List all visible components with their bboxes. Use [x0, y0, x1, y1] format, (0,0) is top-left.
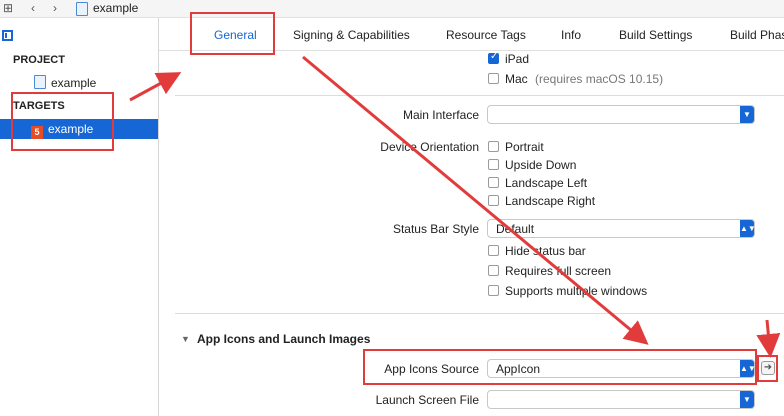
status-bar-style-label: Status Bar Style — [392, 222, 479, 236]
back-chevron-icon[interactable]: ‹ — [31, 1, 35, 15]
main-interface-label: Main Interface — [402, 108, 479, 122]
breadcrumb-label[interactable]: example — [93, 1, 138, 15]
annotation-box-app-icons-source — [363, 349, 757, 385]
sidebar-toggle-icon[interactable] — [2, 30, 13, 41]
top-navigation-bar: ⊞ ‹ › example — [0, 0, 784, 18]
tab-info[interactable]: Info — [561, 28, 581, 42]
status-bar-style-value: Default — [496, 222, 535, 236]
portrait-checkbox[interactable] — [488, 141, 499, 152]
annotation-box-general-tab — [190, 12, 275, 55]
upside-down-checkbox[interactable] — [488, 159, 499, 170]
project-file-icon — [34, 75, 51, 90]
chevron-down-icon: ▼ — [740, 106, 754, 123]
supports-multiple-windows-label: Supports multiple windows — [505, 284, 648, 298]
tab-resource-tags[interactable]: Resource Tags — [446, 28, 526, 42]
landscape-right-label: Landscape Right — [505, 194, 596, 208]
requires-full-screen-label: Requires full screen — [505, 264, 612, 278]
ipad-label: iPad — [505, 52, 530, 66]
tab-signing-capabilities[interactable]: Signing & Capabilities — [293, 28, 410, 42]
annotation-arrow-to-goto — [756, 319, 781, 358]
sidebar-item-label: example — [51, 76, 97, 90]
tab-build-phases[interactable]: Build Phas — [730, 28, 784, 42]
hide-status-bar-checkbox[interactable] — [488, 245, 499, 256]
mac-label: Mac — [505, 72, 528, 86]
portrait-label: Portrait — [505, 140, 544, 154]
grid-icon[interactable]: ⊞ — [3, 1, 13, 15]
divider — [175, 313, 784, 314]
mac-checkbox[interactable] — [488, 73, 499, 84]
tab-build-settings[interactable]: Build Settings — [619, 28, 692, 42]
supports-multiple-windows-checkbox[interactable] — [488, 285, 499, 296]
sidebar-item-project[interactable]: example — [0, 73, 158, 93]
hide-status-bar-label: Hide status bar — [505, 244, 586, 258]
requires-full-screen-checkbox[interactable] — [488, 265, 499, 276]
landscape-left-checkbox[interactable] — [488, 177, 499, 188]
forward-chevron-icon[interactable]: › — [53, 1, 57, 15]
app-icons-section-title[interactable]: App Icons and Launch Images — [197, 332, 370, 346]
launch-screen-file-label: Launch Screen File — [375, 393, 479, 407]
mac-label-group: Mac (requires macOS 10.15) — [505, 72, 663, 86]
file-icon — [76, 2, 93, 17]
annotation-box-goto-arrow — [757, 355, 778, 382]
device-orientation-label: Device Orientation — [380, 140, 479, 154]
annotation-box-targets — [11, 92, 114, 151]
project-section-heading: PROJECT — [13, 54, 65, 66]
mac-requirement-note: (requires macOS 10.15) — [535, 72, 664, 86]
landscape-left-label: Landscape Left — [505, 176, 588, 190]
main-interface-select[interactable]: ▼ — [487, 105, 755, 124]
chevron-down-icon: ▼ — [740, 391, 754, 408]
ipad-checkbox[interactable] — [488, 51, 499, 64]
upside-down-label: Upside Down — [505, 158, 577, 172]
landscape-right-checkbox[interactable] — [488, 195, 499, 206]
status-bar-style-select[interactable]: Default ▲▼ — [487, 219, 756, 238]
launch-screen-file-select[interactable]: ▼ — [487, 390, 755, 409]
chevron-updown-icon: ▲▼ — [740, 220, 756, 237]
divider — [175, 95, 784, 96]
disclosure-triangle-icon[interactable]: ▼ — [181, 334, 190, 344]
